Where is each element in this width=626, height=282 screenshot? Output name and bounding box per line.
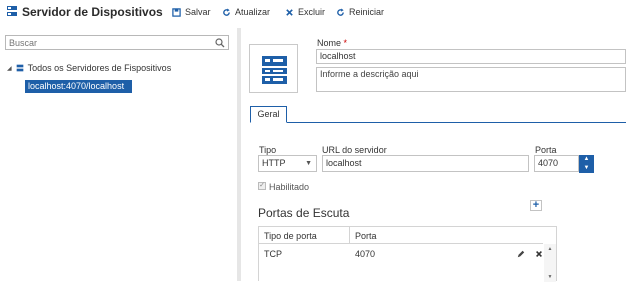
enabled-checkbox[interactable]: ✓ [258,182,266,190]
listen-ports-title: Portas de Escuta [258,206,350,220]
device-server-icon [262,56,287,84]
column-header-port-type[interactable]: Tipo de porta [264,231,317,241]
chevron-down-icon[interactable]: ▼ [305,156,312,171]
save-label: Salvar [185,7,211,17]
row-port: 4070 [355,249,376,259]
delete-button[interactable]: Excluir [285,6,325,18]
grid-header: Tipo de porta Porta [259,227,543,244]
table-row[interactable]: TCP 4070 [259,244,543,264]
refresh-label: Atualizar [235,7,271,17]
tabs-underline [250,122,626,123]
name-field[interactable]: localhost [316,49,626,64]
row-port-type: TCP [264,249,282,259]
grid-scrollbar[interactable]: ▲ ▼ [544,244,556,282]
collapse-triangle-icon[interactable]: ◢ [7,65,12,72]
tab-geral[interactable]: Geral [250,106,287,123]
stepper-down-icon[interactable]: ▼ [579,164,594,173]
restart-button[interactable]: Reiniciar [336,6,384,18]
search-input[interactable] [6,36,209,49]
description-field[interactable]: Informe a descrição aqui [316,67,626,92]
search-box[interactable] [5,35,229,50]
name-label-text: Nome [317,38,342,48]
tree-root-item[interactable]: ◢ Todos os Servidores de Fispositivos [7,63,171,73]
type-select[interactable]: HTTP ▼ [258,155,317,172]
port-label: Porta [535,145,557,155]
server-icon [7,6,17,16]
save-button[interactable]: Salvar [172,6,211,18]
url-label: URL do servidor [322,145,387,155]
search-icon[interactable] [215,38,225,48]
edit-pencil-icon[interactable] [517,250,525,258]
restart-label: Reiniciar [349,7,385,17]
scroll-up-icon[interactable]: ▲ [544,244,556,254]
delete-label: Excluir [298,7,326,17]
ports-grid: Tipo de porta Porta TCP 4070 ▲ ▼ [258,226,557,282]
port-stepper[interactable]: ▲ ▼ [579,155,594,173]
delete-row-icon[interactable] [535,250,543,258]
tree-root-label: Todos os Servidores de Fispositivos [27,63,172,73]
page-title: Servidor de Dispositivos [22,5,163,19]
refresh-button[interactable]: Atualizar [222,6,270,18]
server-group-icon [16,64,23,72]
type-select-value: HTTP [262,158,286,168]
required-mark: * [343,38,348,48]
device-image [249,44,298,93]
refresh-icon [223,7,230,16]
stepper-up-icon[interactable]: ▲ [579,155,594,164]
column-header-port[interactable]: Porta [355,231,377,241]
enabled-label: Habilitado [269,182,310,192]
restart-icon [337,7,344,16]
type-label: Tipo [259,145,277,155]
column-separator[interactable] [349,227,350,243]
url-field[interactable]: localhost [322,155,529,172]
tree-item-localhost[interactable]: localhost:4070/localhost [25,80,132,93]
save-icon [172,7,181,17]
pane-divider[interactable] [237,28,241,281]
close-icon [286,8,293,16]
add-port-button[interactable]: + [530,200,542,211]
name-label: Nome * [317,38,347,48]
port-field[interactable]: 4070 [534,155,579,172]
